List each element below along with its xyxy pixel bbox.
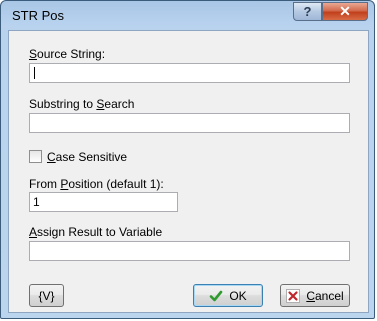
- dialog-client-area: Source String: Substring to Search Case …: [8, 30, 369, 313]
- variables-button[interactable]: {V}: [29, 284, 64, 307]
- variables-button-label: {V}: [38, 288, 55, 303]
- assign-result-label: Assign Result to Variable: [29, 225, 163, 239]
- case-sensitive-label[interactable]: Case Sensitive: [47, 150, 127, 164]
- title-bar[interactable]: STR Pos ? ✕: [1, 1, 374, 29]
- text-caret: [34, 67, 35, 79]
- window-title: STR Pos: [12, 8, 65, 23]
- case-sensitive-checkbox[interactable]: [29, 150, 42, 163]
- substring-input[interactable]: [29, 113, 350, 133]
- assign-result-input[interactable]: [29, 241, 350, 261]
- ok-button-label: OK: [229, 288, 247, 303]
- checkmark-icon: [210, 290, 223, 301]
- close-icon: ✕: [339, 3, 351, 19]
- help-icon: ?: [303, 4, 312, 19]
- ok-button[interactable]: OK: [193, 284, 263, 307]
- dialog-window: STR Pos ? ✕ Source String: Substring to …: [0, 0, 375, 319]
- cancel-button-label: Cancel: [306, 288, 344, 303]
- from-position-label: From Position (default 1):: [29, 177, 164, 191]
- from-position-input[interactable]: 1: [29, 192, 178, 212]
- source-string-label: Source String:: [29, 47, 106, 61]
- source-string-input[interactable]: [29, 63, 350, 83]
- close-button[interactable]: ✕: [322, 2, 368, 21]
- substring-label: Substring to Search: [29, 97, 135, 111]
- from-position-value: 1: [33, 195, 40, 209]
- cancel-button[interactable]: Cancel: [280, 284, 350, 307]
- cancel-x-icon: [286, 288, 301, 303]
- help-button[interactable]: ?: [293, 2, 322, 21]
